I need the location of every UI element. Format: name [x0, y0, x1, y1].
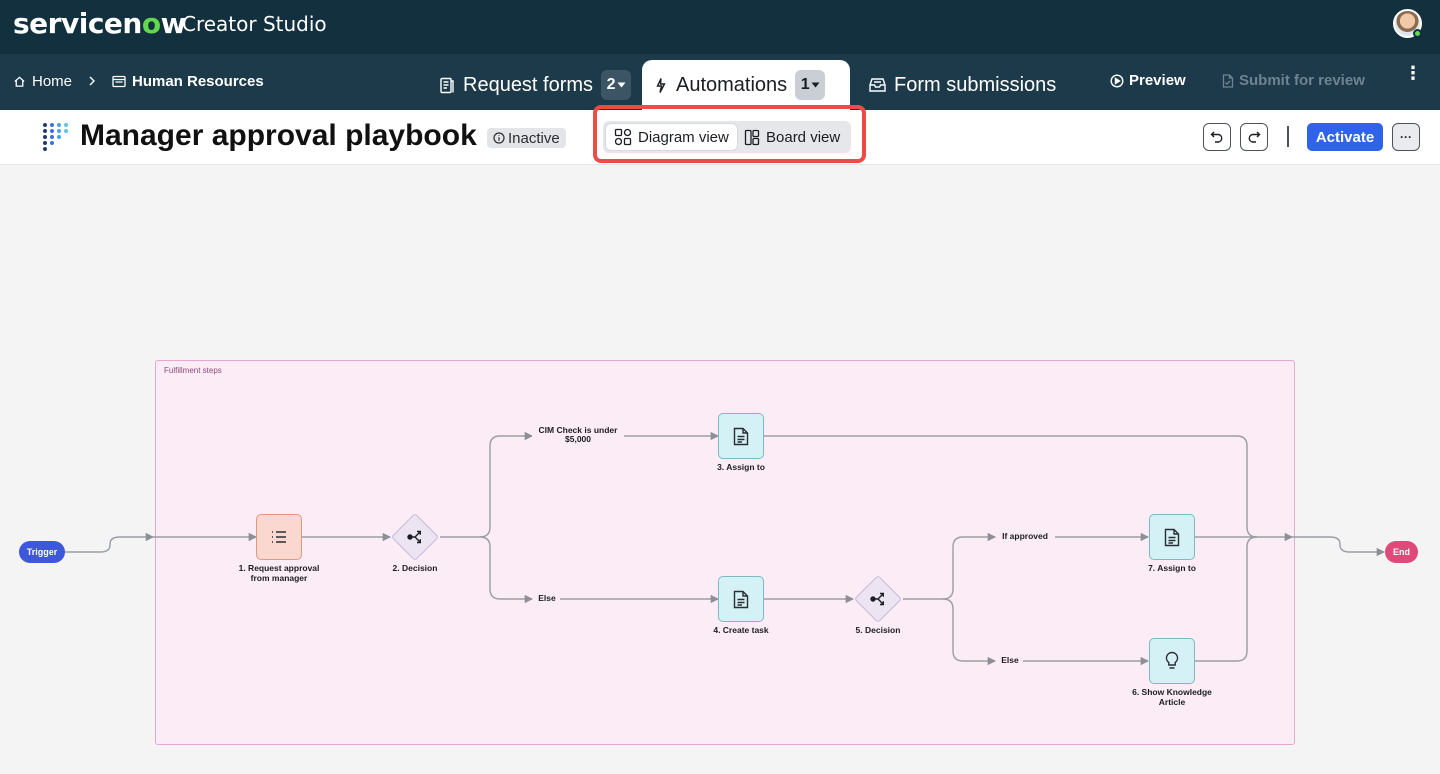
view-switcher-highlight — [593, 105, 866, 163]
step-1-label: 1. Request approval from manager — [238, 563, 320, 583]
end-node[interactable]: End — [1385, 541, 1418, 563]
step-3-label: 3. Assign to — [717, 462, 765, 472]
servicenow-logo[interactable]: servicenow — [13, 7, 186, 40]
status-badge: Inactive — [487, 128, 566, 148]
list-icon — [272, 531, 286, 543]
step-7-label: 7. Assign to — [1148, 563, 1196, 573]
lightning-icon — [656, 77, 666, 93]
redo-button[interactable] — [1240, 123, 1268, 151]
preview-button[interactable]: Preview — [1110, 72, 1186, 89]
tab-automations-label: Automations — [676, 73, 788, 96]
step-5-label: 5. Decision — [855, 625, 901, 635]
step-3-node[interactable] — [718, 413, 764, 459]
edge-label-if-approved: If approved — [997, 532, 1053, 541]
inbox-icon — [869, 78, 886, 92]
home-icon — [14, 76, 25, 87]
breadcrumb-current[interactable]: Human Resources — [112, 73, 264, 90]
tab-automations[interactable]: Automations 1 — [642, 60, 850, 110]
top-bar: servicenow Creator Studio — [0, 0, 1440, 54]
step-4-node[interactable] — [718, 576, 764, 622]
edge-label-else-1: Else — [534, 594, 560, 603]
more-actions-button[interactable]: ··· — [1392, 123, 1420, 151]
step-7-node[interactable] — [1149, 514, 1195, 560]
document-icon — [1164, 528, 1180, 546]
submit-for-review-button[interactable]: Submit for review — [1222, 72, 1365, 89]
breadcrumb-current-label: Human Resources — [132, 73, 264, 90]
document-icon — [733, 590, 749, 608]
tab-request-forms[interactable]: Request forms 2 — [427, 60, 643, 110]
breadcrumb-home[interactable]: Home — [13, 73, 72, 90]
lightbulb-icon — [1165, 651, 1179, 669]
step-6-label: 6. Show Knowledge Article — [1132, 687, 1212, 707]
branch-icon — [392, 514, 438, 560]
forms-icon — [440, 77, 454, 93]
page-title: Manager approval playbook — [80, 119, 477, 152]
group-label: Fulfillment steps — [164, 366, 222, 375]
caret-down-icon — [617, 82, 626, 88]
document-icon — [733, 427, 749, 445]
more-options-icon[interactable]: ⋮ — [1404, 64, 1422, 82]
breadcrumb-home-label: Home — [32, 73, 73, 90]
step-2-label: 2. Decision — [392, 563, 438, 573]
tab-form-submissions-label: Form submissions — [894, 73, 1057, 96]
undo-button[interactable] — [1203, 123, 1231, 151]
status-label: Inactive — [508, 129, 560, 147]
document-check-icon — [1222, 73, 1234, 88]
step-6-node[interactable] — [1149, 638, 1195, 684]
play-circle-icon — [1110, 73, 1124, 88]
app-window-icon — [112, 75, 126, 88]
tab-request-forms-label: Request forms — [463, 73, 594, 96]
step-4-label: 4. Create task — [713, 625, 769, 635]
branch-icon — [855, 576, 901, 622]
step-1-node[interactable] — [256, 514, 302, 560]
toolbar-divider — [1287, 126, 1289, 147]
edge-label-else-2: Else — [997, 656, 1023, 665]
preview-label: Preview — [1129, 72, 1186, 89]
product-name: Creator Studio — [182, 12, 327, 36]
submit-for-review-label: Submit for review — [1239, 72, 1365, 89]
redo-icon — [1248, 131, 1261, 143]
activate-button[interactable]: Activate — [1307, 123, 1383, 151]
tab-request-forms-count[interactable]: 2 — [601, 70, 632, 100]
chevron-right-icon — [89, 76, 95, 86]
tab-form-submissions[interactable]: Form submissions — [857, 60, 1068, 110]
info-icon — [493, 132, 505, 144]
undo-icon — [1210, 131, 1223, 143]
online-status-dot — [1413, 29, 1422, 38]
edge-label-cim-check: CIM Check is under $5,000 — [532, 426, 624, 444]
caret-down-icon — [811, 82, 820, 88]
playbook-logo-icon — [43, 123, 68, 151]
trigger-node[interactable]: Trigger — [19, 541, 65, 563]
tab-automations-count[interactable]: 1 — [795, 70, 826, 100]
